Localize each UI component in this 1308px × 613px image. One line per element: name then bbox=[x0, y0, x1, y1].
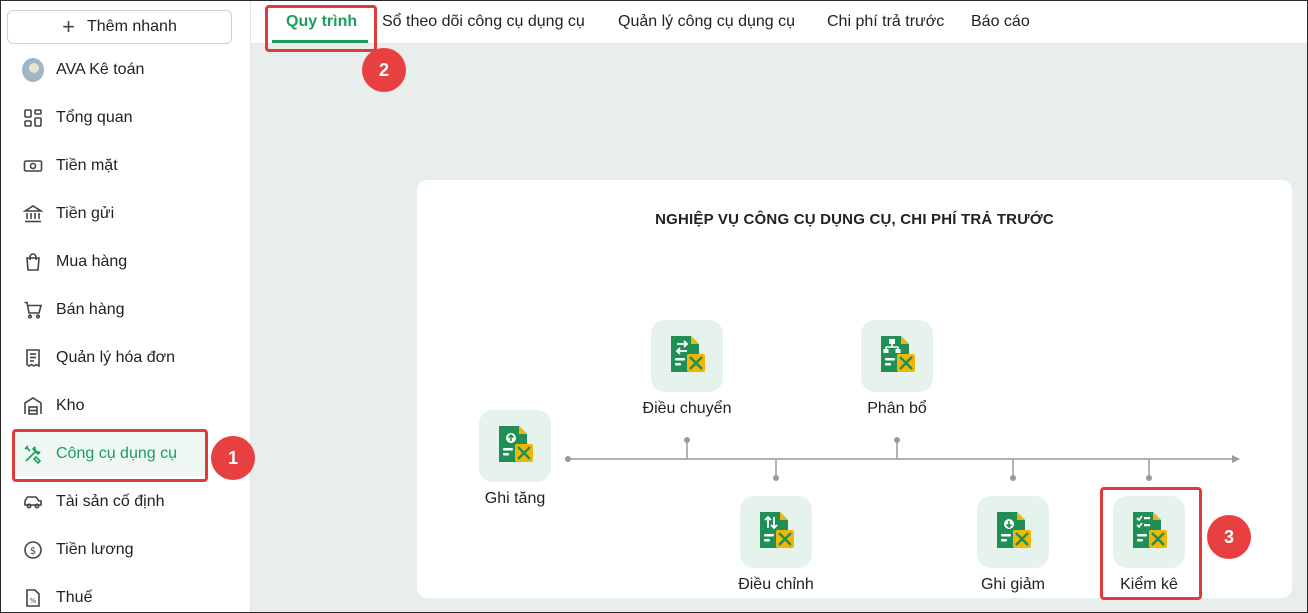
transfer-label: Điều chuyển bbox=[642, 400, 732, 417]
step-badge-3: 3 bbox=[1207, 515, 1251, 559]
inventory-check-node[interactable] bbox=[1113, 496, 1185, 568]
allocate-node[interactable] bbox=[861, 320, 933, 392]
adjust-tool-icon bbox=[754, 508, 798, 557]
decrease-tool-icon bbox=[991, 508, 1035, 557]
increase-node[interactable] bbox=[479, 410, 551, 482]
adjust-label: Điều chỉnh bbox=[738, 576, 814, 593]
step-badge-2: 2 bbox=[362, 48, 406, 92]
increase-label: Ghi tăng bbox=[484, 490, 546, 507]
transfer-tool-icon bbox=[665, 332, 709, 381]
inventory-check-label: Kiểm kê bbox=[1120, 576, 1178, 593]
inventory-check-icon bbox=[1127, 508, 1171, 557]
adjust-node[interactable] bbox=[740, 496, 812, 568]
increase-tool-icon bbox=[493, 422, 537, 471]
process-timeline bbox=[565, 437, 1240, 481]
decrease-node[interactable] bbox=[977, 496, 1049, 568]
step-badge-1: 1 bbox=[211, 436, 255, 480]
allocate-label: Phân bổ bbox=[867, 400, 927, 417]
decrease-label: Ghi giảm bbox=[980, 576, 1046, 593]
transfer-node[interactable] bbox=[651, 320, 723, 392]
allocate-tool-icon bbox=[875, 332, 919, 381]
